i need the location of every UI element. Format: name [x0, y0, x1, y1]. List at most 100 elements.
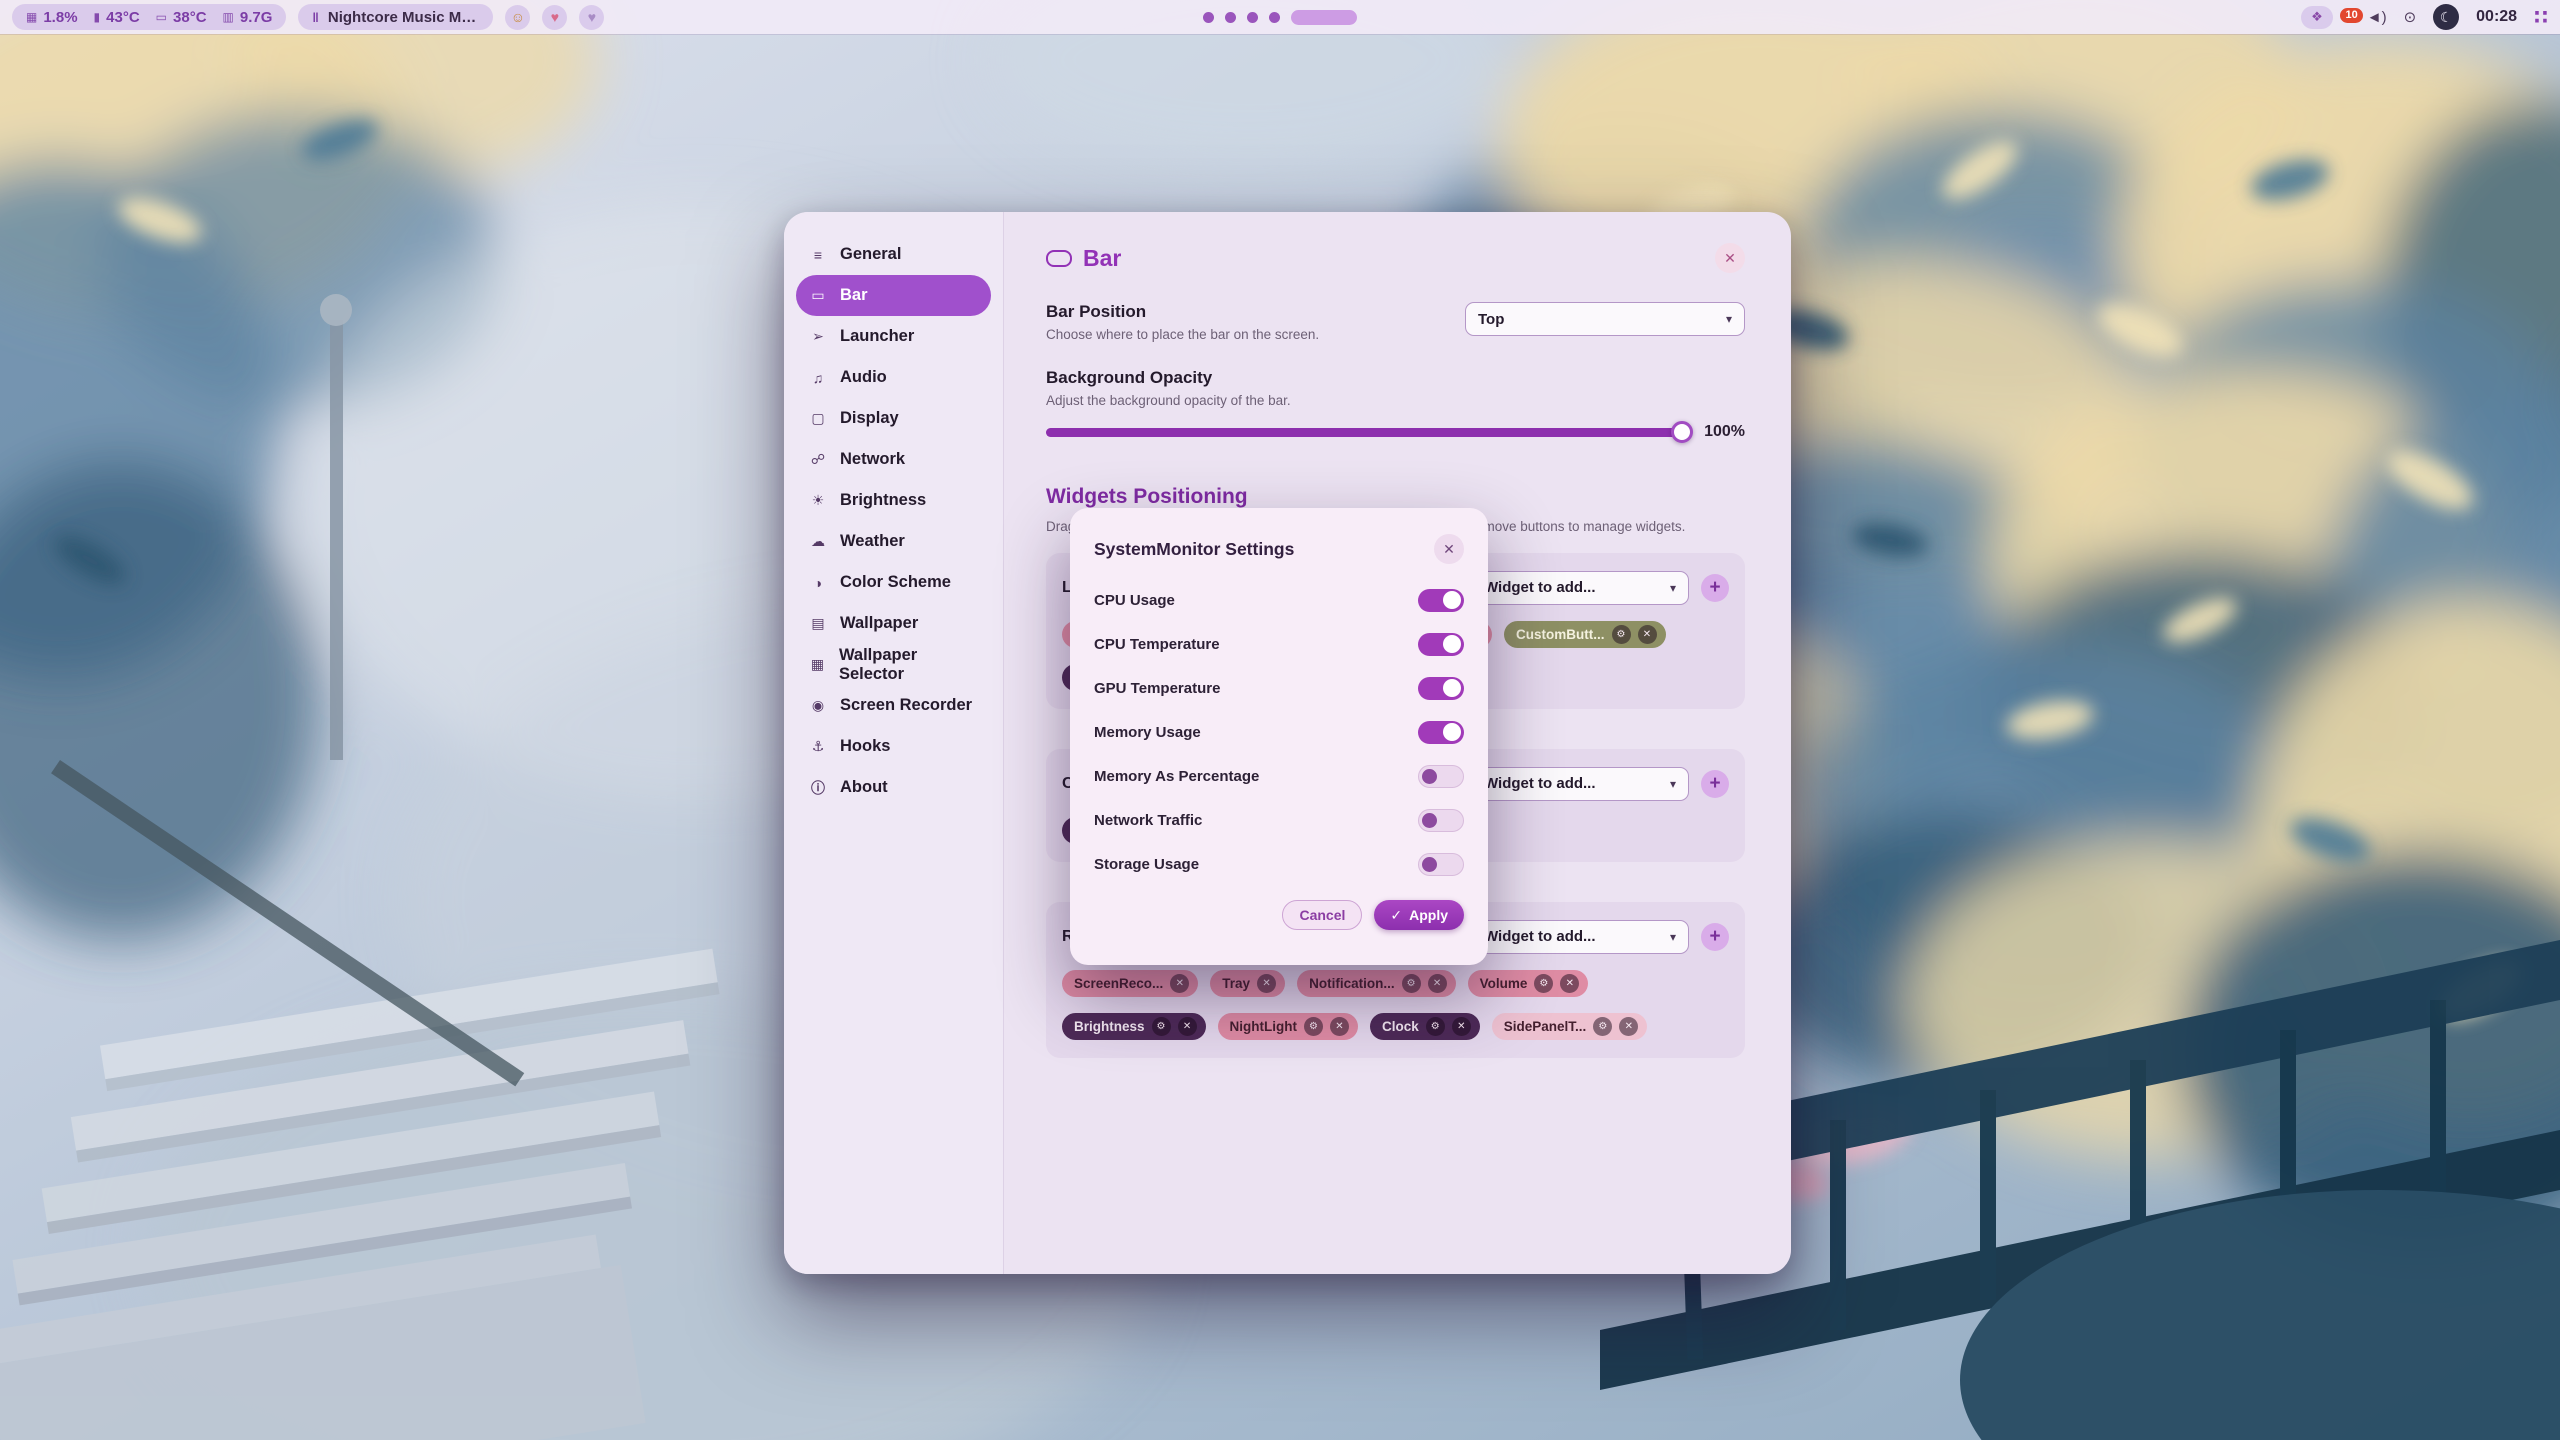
sidebar-item-audio[interactable]: ♫ Audio	[796, 357, 991, 398]
gear-icon[interactable]: ⚙	[1612, 625, 1631, 644]
notification-badge: 10	[2340, 8, 2362, 23]
page-title: Bar	[1083, 245, 1121, 272]
chip-label: Notification...	[1309, 976, 1395, 991]
sidebar-item-label: Launcher	[840, 327, 914, 346]
sidebar-item-label: About	[840, 778, 888, 797]
close-icon[interactable]: ✕	[1170, 974, 1189, 993]
color-scheme-icon: ◑	[808, 575, 828, 591]
cpu-usage-toggle[interactable]	[1418, 589, 1464, 612]
night-light-button[interactable]: ☾	[2433, 4, 2459, 30]
close-icon[interactable]: ✕	[1619, 1017, 1638, 1036]
close-icon[interactable]: ✕	[1178, 1017, 1197, 1036]
sidebar-item-bar[interactable]: ▭ Bar	[796, 275, 991, 316]
widget-chip-brightness[interactable]: Brightness ⚙ ✕	[1062, 1013, 1206, 1040]
sidebar-item-screen-recorder[interactable]: ◉ Screen Recorder	[796, 685, 991, 726]
sidebar-item-label: Wallpaper Selector	[839, 646, 979, 684]
workspace-dot[interactable]	[1203, 12, 1214, 23]
sidebar-item-label: Weather	[840, 532, 905, 551]
close-icon[interactable]: ✕	[1638, 625, 1657, 644]
widget-chip-volume[interactable]: Volume ⚙ ✕	[1468, 970, 1589, 997]
workspace-dot[interactable]	[1225, 12, 1236, 23]
memory-usage-toggle[interactable]	[1418, 721, 1464, 744]
widget-chip-nightlight[interactable]: NightLight ⚙ ✕	[1218, 1013, 1358, 1040]
widget-chip-sidepanel[interactable]: SidePanelT... ⚙ ✕	[1492, 1013, 1648, 1040]
widget-chip-notification[interactable]: Notification... ⚙ ✕	[1297, 970, 1456, 997]
favorites-button[interactable]: ♥	[542, 5, 567, 30]
cancel-button[interactable]: Cancel	[1282, 900, 1362, 930]
close-icon[interactable]: ✕	[1452, 1017, 1471, 1036]
sidebar-item-wallpaper[interactable]: ▤ Wallpaper	[796, 603, 991, 644]
sidebar-item-label: Hooks	[840, 737, 890, 756]
color-picker-button[interactable]: ❖	[2301, 6, 2333, 29]
toggle-knob	[1422, 813, 1437, 828]
cpu-temperature-toggle[interactable]	[1418, 633, 1464, 656]
sidebar-item-brightness[interactable]: ☀ Brightness	[796, 480, 991, 521]
widget-chip-custombutton[interactable]: CustomButt... ⚙ ✕	[1504, 621, 1666, 648]
sidebar-item-general[interactable]: ≡ General	[796, 234, 991, 275]
sidebar-item-weather[interactable]: ☁ Weather	[796, 521, 991, 562]
emoji-picker-button[interactable]: ☺	[505, 5, 530, 30]
sidebar-item-hooks[interactable]: ⚓ Hooks	[796, 726, 991, 767]
system-stats-widget[interactable]: ▦ 1.8% ▮ 43°C ▭ 38°C ▥ 9.7G	[12, 4, 286, 30]
close-icon[interactable]: ✕	[1330, 1017, 1349, 1036]
widget-chip-screenrecorder[interactable]: ScreenReco... ✕	[1062, 970, 1198, 997]
pause-icon[interactable]: ‖	[312, 10, 318, 25]
gpu-icon: ▭	[156, 10, 167, 24]
record-icon: ◉	[808, 697, 828, 714]
sidebar-item-launcher[interactable]: ➢ Launcher	[796, 316, 991, 357]
apply-button[interactable]: ✓ Apply	[1374, 900, 1464, 930]
sidebar-item-network[interactable]: ☍ Network	[796, 439, 991, 480]
close-icon[interactable]: ✕	[1428, 974, 1447, 993]
network-traffic-toggle[interactable]	[1418, 809, 1464, 832]
screenshot-icon[interactable]: ⊙	[2404, 8, 2417, 26]
gear-icon[interactable]: ⚙	[1534, 974, 1553, 993]
center-add-widget-dropdown[interactable]: Widget to add... ▾	[1471, 767, 1689, 801]
background-opacity-label: Background Opacity	[1046, 368, 1745, 388]
memory-as-percentage-toggle[interactable]	[1418, 765, 1464, 788]
volume-icon[interactable]: ◄)	[2367, 9, 2387, 26]
chevron-down-icon: ▾	[1670, 777, 1676, 791]
modal-close-button[interactable]: ✕	[1434, 534, 1464, 564]
widget-chip-clock[interactable]: Clock ⚙ ✕	[1370, 1013, 1480, 1040]
opacity-slider[interactable]	[1046, 428, 1686, 437]
sidebar-item-display[interactable]: ▢ Display	[796, 398, 991, 439]
opacity-slider-row: 100%	[1046, 423, 1745, 441]
right-chip-row-1: ScreenReco... ✕ Tray ✕ Notification... ⚙…	[1062, 970, 1729, 997]
close-icon: ✕	[1724, 250, 1736, 267]
opacity-slider-thumb[interactable]	[1671, 421, 1693, 443]
window-close-button[interactable]: ✕	[1715, 243, 1745, 273]
gear-icon[interactable]: ⚙	[1402, 974, 1421, 993]
gear-icon[interactable]: ⚙	[1593, 1017, 1612, 1036]
topbar-left-cluster: ▦ 1.8% ▮ 43°C ▭ 38°C ▥ 9.7G ‖ Nightco	[12, 0, 604, 34]
gear-icon[interactable]: ⚙	[1426, 1017, 1445, 1036]
page-header: Bar ✕	[1046, 238, 1745, 278]
plus-icon: +	[1709, 773, 1720, 795]
likes-button[interactable]: ♥	[579, 5, 604, 30]
gear-icon[interactable]: ⚙	[1152, 1017, 1171, 1036]
apply-label: Apply	[1409, 907, 1448, 923]
left-add-widget-dropdown[interactable]: Widget to add... ▾	[1471, 571, 1689, 605]
sidebar-item-wallpaper-selector[interactable]: ▦ Wallpaper Selector	[796, 644, 991, 685]
close-icon[interactable]: ✕	[1257, 974, 1276, 993]
settings-sidebar: ≡ General ▭ Bar ➢ Launcher ♫ Audio ▢ Dis…	[784, 212, 1004, 1274]
left-add-widget-button[interactable]: +	[1701, 574, 1729, 602]
workspace-active-pill[interactable]	[1291, 10, 1357, 25]
right-add-widget-button[interactable]: +	[1701, 923, 1729, 951]
gpu-temperature-toggle[interactable]	[1418, 677, 1464, 700]
right-add-widget-dropdown[interactable]: Widget to add... ▾	[1471, 920, 1689, 954]
storage-usage-toggle[interactable]	[1418, 853, 1464, 876]
bar-position-dropdown[interactable]: Top ▾	[1465, 302, 1745, 336]
close-icon[interactable]: ✕	[1560, 974, 1579, 993]
sidebar-item-color-scheme[interactable]: ◑ Color Scheme	[796, 562, 991, 603]
chip-label: SidePanelT...	[1504, 1019, 1587, 1034]
add-widget-placeholder: Widget to add...	[1484, 579, 1662, 596]
widget-chip-tray[interactable]: Tray ✕	[1210, 970, 1285, 997]
media-player-widget[interactable]: ‖ Nightcore Music Mix 20...	[298, 4, 493, 30]
center-add-widget-button[interactable]: +	[1701, 770, 1729, 798]
workspace-dot[interactable]	[1247, 12, 1258, 23]
sidebar-item-about[interactable]: ⓘ About	[796, 767, 991, 808]
workspace-dot[interactable]	[1269, 12, 1280, 23]
apps-grid-icon[interactable]: ∷	[2534, 5, 2548, 30]
gear-icon[interactable]: ⚙	[1304, 1017, 1323, 1036]
clock[interactable]: 00:28	[2476, 8, 2517, 26]
